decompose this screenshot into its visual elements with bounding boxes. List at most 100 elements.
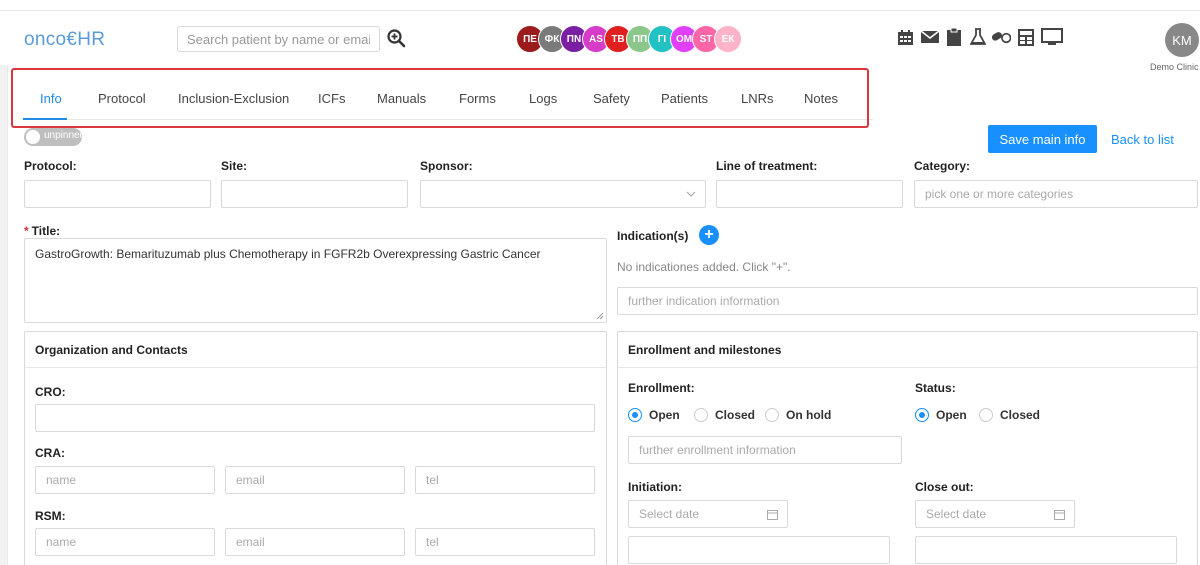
active-tab-indicator [23,118,67,120]
radio-unchecked-icon [694,408,708,422]
toolbar-icons [896,26,1076,48]
organization-panel: Organization and Contacts CRO: CRA: name… [24,331,607,565]
site-input[interactable] [221,180,408,208]
monitor-icon[interactable] [1040,28,1064,47]
close-out-label: Close out: [915,480,974,494]
radio-unchecked-icon [765,408,779,422]
further-indication-placeholder: further indication information [628,294,780,308]
cra-tel-input[interactable]: tel [415,466,595,494]
status-open-radio[interactable]: Open [915,408,967,422]
pin-toggle-label: unpinned [44,130,86,141]
tab-manuals[interactable]: Manuals [377,91,426,106]
cro-input[interactable] [35,404,595,432]
cra-name-placeholder: name [46,473,77,487]
sponsor-select[interactable] [420,180,706,208]
line-of-treatment-input[interactable] [716,180,903,208]
organization-panel-title: Organization and Contacts [25,332,606,368]
status-label: Status: [915,381,956,395]
rsm-email-input[interactable]: email [225,528,405,556]
protocol-input[interactable] [24,180,211,208]
rsm-tel-input[interactable]: tel [415,528,595,556]
close-out-date-picker[interactable]: Select date [915,500,1075,528]
mail-icon[interactable] [920,28,939,47]
indications-label: Indication(s) [617,229,689,243]
further-enrollment-input[interactable]: further enrollment information [628,436,902,464]
enrollment-on-hold-radio[interactable]: On hold [765,408,831,422]
search-zoom-icon[interactable] [386,28,406,48]
add-indication-button[interactable]: + [699,225,719,245]
cra-tel-placeholder: tel [426,473,439,487]
study-tabs: Info Protocol Inclusion-Exclusion ICFs M… [23,80,873,120]
radio-checked-icon [915,408,929,422]
enrollment-open-radio[interactable]: Open [628,408,680,422]
app-header: onco€HR ПЕ ФК ПN AS TB ПП ГІ ОМ ST ЕК [0,10,1200,72]
site-label: Site: [221,159,248,173]
category-label: Category: [914,159,971,173]
toggle-knob [26,130,40,144]
cra-name-input[interactable]: name [35,466,215,494]
tab-patients[interactable]: Patients [661,91,708,106]
initiation-date-picker[interactable]: Select date [628,500,788,528]
status-closed-radio[interactable]: Closed [979,408,1040,422]
calculator-icon[interactable] [1016,28,1035,47]
radio-unchecked-icon [979,408,993,422]
tab-notes[interactable]: Notes [804,91,838,106]
chevron-down-icon [686,191,696,197]
flask-icon[interactable] [968,28,987,47]
tab-icfs[interactable]: ICFs [318,91,345,106]
cra-email-placeholder: email [236,473,265,487]
tab-logs[interactable]: Logs [529,91,557,106]
cro-label: CRO: [35,385,66,399]
pin-toggle[interactable]: unpinned [24,128,86,146]
resize-handle-icon[interactable] [596,312,604,320]
further-enrollment-placeholder: further enrollment information [639,443,796,457]
calendar-icon [1054,510,1065,520]
initiation-label: Initiation: [628,480,682,494]
back-to-list-link[interactable]: Back to list [1111,132,1174,147]
clipboard-icon[interactable] [944,28,963,47]
title-value: GastroGrowth: Bemarituzumab plus Chemoth… [35,247,541,261]
initiation-notes-input[interactable] [628,536,890,564]
recent-patients-bar: ПЕ ФК ПN AS TB ПП ГІ ОМ ST ЕК [516,25,766,53]
radio-checked-icon [628,408,642,422]
category-placeholder: pick one or more categories [925,187,1074,201]
sponsor-label: Sponsor: [420,159,473,173]
left-scroll-gutter [0,65,8,565]
clinic-name: Demo Clinic [1150,62,1199,72]
tab-safety[interactable]: Safety [593,91,630,106]
further-indication-input[interactable]: further indication information [617,287,1198,315]
rsm-email-placeholder: email [236,535,265,549]
tab-info[interactable]: Info [40,91,62,106]
category-select[interactable]: pick one or more categories [914,180,1198,208]
patient-search-input[interactable] [177,26,380,52]
enrollment-panel: Enrollment and milestones Enrollment: Op… [617,331,1198,565]
tab-lnrs[interactable]: LNRs [741,91,774,106]
app-logo[interactable]: onco€HR [24,29,105,51]
rsm-name-placeholder: name [46,535,77,549]
enrollment-label: Enrollment: [628,381,695,395]
tab-protocol[interactable]: Protocol [98,91,146,106]
calendar-icon [767,510,778,520]
close-out-notes-input[interactable] [915,536,1177,564]
tab-forms[interactable]: Forms [459,91,496,106]
title-textarea[interactable]: GastroGrowth: Bemarituzumab plus Chemoth… [24,238,607,323]
cra-label: CRA: [35,446,65,460]
user-avatar[interactable]: KM [1165,23,1199,57]
tab-inclusion-exclusion[interactable]: Inclusion-Exclusion [178,91,289,106]
initiation-date-placeholder: Select date [639,507,700,521]
line-of-treatment-label: Line of treatment: [716,159,818,173]
enrollment-panel-title: Enrollment and milestones [618,332,1197,368]
cra-email-input[interactable]: email [225,466,405,494]
calendar-icon[interactable] [896,28,915,47]
recent-patient-avatar[interactable]: ЕК [714,25,742,53]
enrollment-closed-radio[interactable]: Closed [694,408,755,422]
rsm-name-input[interactable]: name [35,528,215,556]
rsm-tel-placeholder: tel [426,535,439,549]
close-out-date-placeholder: Select date [926,507,987,521]
protocol-label: Protocol: [24,159,77,173]
rsm-label: RSM: [35,509,66,523]
title-label: * Title: [24,224,61,238]
pills-icon[interactable] [992,28,1011,47]
no-indications-text: No indicationes added. Click "+". [617,260,791,274]
save-main-info-button[interactable]: Save main info [988,125,1097,153]
